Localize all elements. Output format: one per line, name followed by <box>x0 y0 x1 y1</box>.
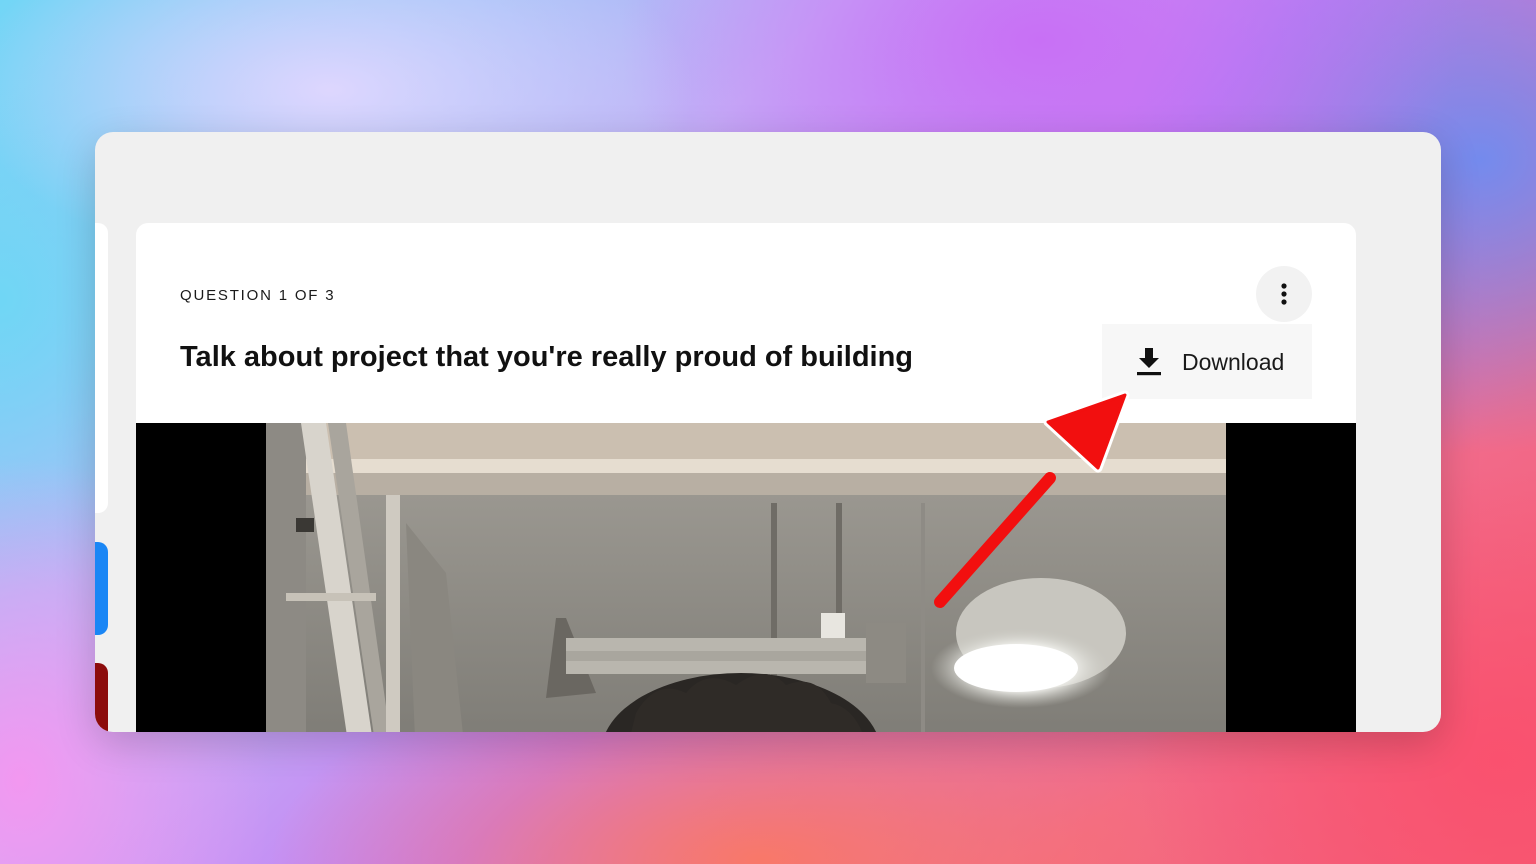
download-label: Download <box>1182 349 1285 375</box>
video-player[interactable] <box>136 423 1356 732</box>
question-card: QUESTION 1 OF 3 Talk about project that … <box>136 223 1356 732</box>
app-window: QUESTION 1 OF 3 Talk about project that … <box>95 132 1441 732</box>
more-vertical-icon <box>1281 283 1287 305</box>
video-frame <box>266 423 1226 732</box>
more-options-button[interactable] <box>1256 266 1312 322</box>
question-counter: QUESTION 1 OF 3 <box>180 287 336 304</box>
side-red-button[interactable] <box>95 663 108 732</box>
question-title: Talk about project that you're really pr… <box>180 341 914 373</box>
download-icon <box>1137 348 1161 376</box>
side-panel-card <box>95 223 108 513</box>
side-blue-button[interactable] <box>95 542 108 635</box>
download-menu-item[interactable]: Download <box>1102 324 1312 399</box>
